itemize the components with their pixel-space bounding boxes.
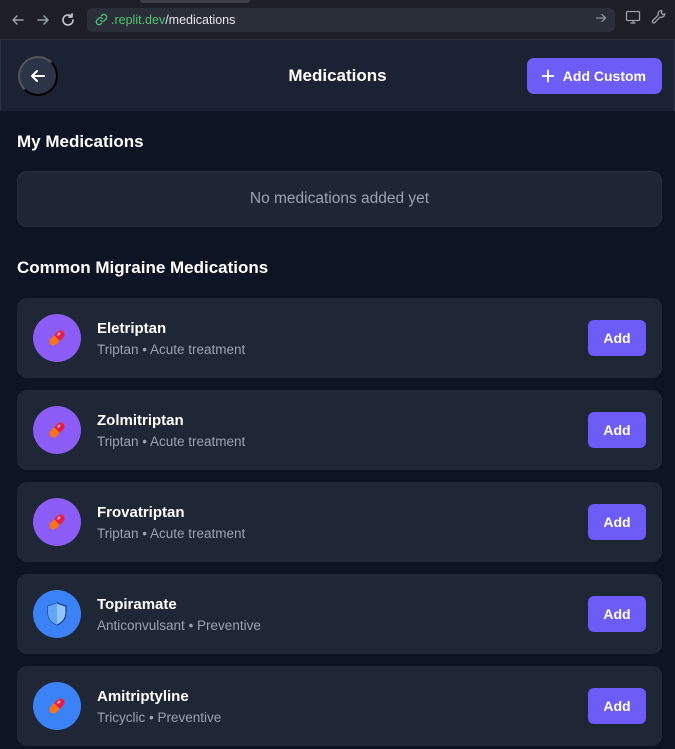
medication-category: Triptan [97,526,139,541]
arrow-left-icon [31,69,45,82]
common-medications-list: Eletriptan Triptan • Acute treatment Add… [17,298,662,746]
medication-category: Triptan [97,434,139,449]
medication-name: Amitriptyline [97,688,189,705]
medication-category: Tricyclic [97,710,146,725]
browser-forward-icon[interactable] [33,9,52,31]
medication-name: Zolmitriptan [97,412,184,429]
medication-subtitle: Anticonvulsant • Preventive [97,618,588,633]
medication-subtitle: Tricyclic • Preventive [97,710,588,725]
medication-name: Eletriptan [97,320,167,337]
my-medications-empty-state: No medications added yet [17,171,662,227]
medication-category: Triptan [97,342,139,357]
plus-icon [541,69,555,82]
link-icon [95,13,108,26]
medication-card-amitriptyline: Amitriptyline Tricyclic • Preventive Add [17,666,662,746]
pill-icon [33,682,81,730]
medication-subtitle: Triptan • Acute treatment [97,342,588,357]
subtitle-separator: • [138,434,150,449]
app-header: Medications Add Custom [0,40,675,111]
subtitle-separator: • [145,710,158,725]
back-button[interactable] [18,55,58,96]
add-amitriptyline-button[interactable]: Add [588,688,646,724]
medication-card-zolmitriptan: Zolmitriptan Triptan • Acute treatment A… [17,390,662,470]
subtitle-separator: • [138,342,150,357]
monitor-icon[interactable] [625,9,641,30]
medication-card-topiramate: Topiramate Anticonvulsant • Preventive A… [17,574,662,654]
add-zolmitriptan-button[interactable]: Add [588,412,646,448]
medication-subtitle: Triptan • Acute treatment [97,526,588,541]
common-medications-title: Common Migraine Medications [17,258,269,277]
medication-card-eletriptan: Eletriptan Triptan • Acute treatment Add [17,298,662,378]
medication-use: Acute treatment [150,434,246,449]
add-custom-label: Add Custom [562,67,646,84]
shield-icon [33,590,81,638]
browser-toolbar: .replit.dev/medications [0,0,675,40]
my-medications-title: My Medications [17,132,144,151]
medication-category: Anticonvulsant [97,618,185,633]
pill-icon [33,314,81,362]
medication-use: Acute treatment [150,342,246,357]
pill-icon [33,498,81,546]
empty-state-text: No medications added yet [249,190,430,207]
subtitle-separator: • [138,526,150,541]
add-eletriptan-button[interactable]: Add [588,320,646,356]
medication-use: Preventive [197,618,261,633]
wrench-icon[interactable] [651,9,667,30]
url-bar[interactable]: .replit.dev/medications [87,7,615,32]
main-content: My Medications No medications added yet … [0,132,675,746]
medication-subtitle: Triptan • Acute treatment [97,434,588,449]
add-custom-button[interactable]: Add Custom [526,57,662,94]
url-go-icon[interactable] [595,12,607,27]
add-frovatriptan-button[interactable]: Add [588,504,646,540]
browser-back-icon[interactable] [8,9,27,31]
browser-reload-icon[interactable] [58,9,77,31]
medication-name: Frovatriptan [97,504,185,521]
medication-name: Topiramate [97,596,177,613]
medication-use: Acute treatment [150,526,246,541]
browser-tab-indicator [140,0,250,3]
url-path: /medications [165,12,236,27]
subtitle-separator: • [184,618,198,633]
pill-icon [33,406,81,454]
medication-card-frovatriptan: Frovatriptan Triptan • Acute treatment A… [17,482,662,562]
add-topiramate-button[interactable]: Add [588,596,646,632]
url-host: .replit.dev [111,12,166,27]
medication-use: Preventive [157,710,222,725]
